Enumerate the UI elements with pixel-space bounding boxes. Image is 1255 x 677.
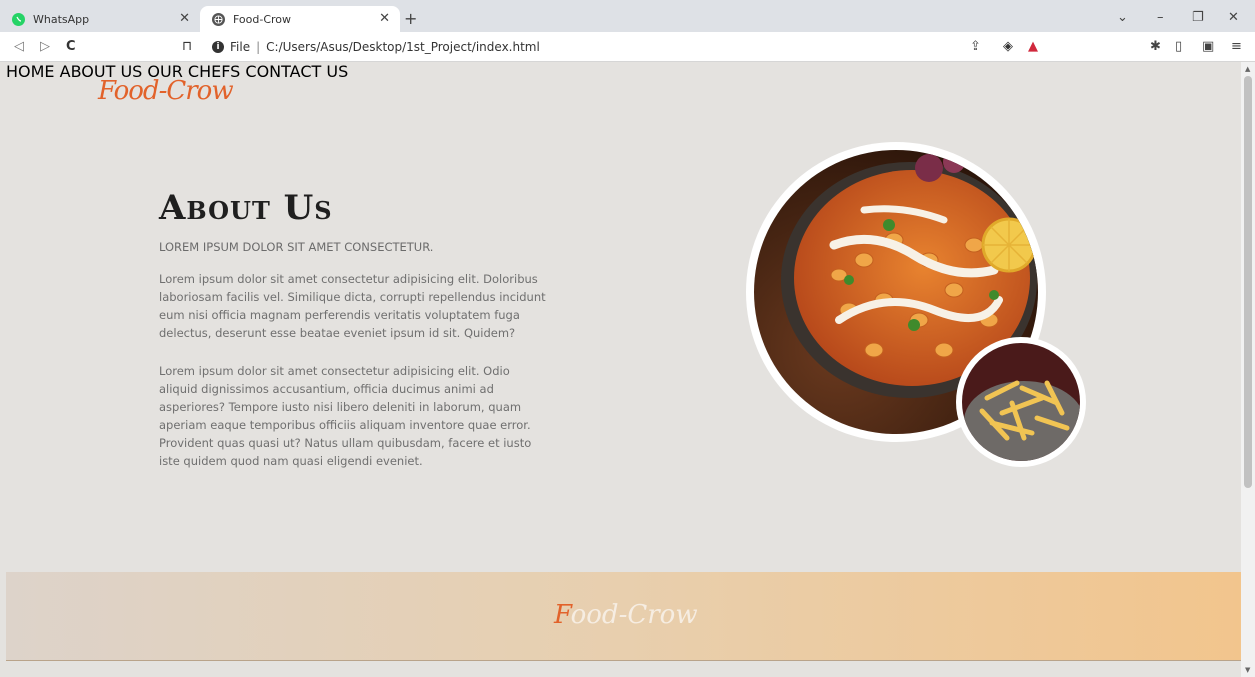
tab-search-icon[interactable]: ⌄ (1117, 10, 1128, 25)
browser-tab-strip: WhatsApp ✕ Food-Crow ✕ + ⌄ – ❐ ✕ (0, 0, 1255, 32)
forward-icon[interactable]: ▷ (40, 39, 50, 54)
tab-food-crow[interactable]: Food-Crow ✕ (200, 6, 400, 32)
about-title: About Us (159, 188, 333, 228)
url-scheme: File (230, 40, 251, 54)
extensions-icon[interactable]: ✱ (1150, 39, 1161, 54)
whatsapp-icon (12, 12, 25, 26)
minimize-icon[interactable]: – (1157, 10, 1164, 25)
url-separator: | (256, 40, 261, 54)
restore-icon[interactable]: ❐ (1192, 10, 1204, 25)
footer-logo[interactable]: Food-Crow (554, 600, 698, 630)
tab-title: Food-Crow (233, 12, 292, 26)
reload-icon[interactable]: C (66, 39, 76, 54)
site-logo[interactable]: Food-Crow (98, 76, 234, 106)
sidebar-icon[interactable]: ▯ (1175, 39, 1182, 54)
wallet-icon[interactable]: ▣ (1202, 39, 1214, 54)
page-viewport: Food-Crow HOME ABOUT US OUR CHEFS CONTAC… (6, 62, 1241, 677)
close-window-icon[interactable]: ✕ (1228, 10, 1239, 25)
new-tab-icon[interactable]: + (404, 9, 417, 28)
nav-contact-us[interactable]: CONTACT US (245, 62, 348, 81)
toolbar: ◁ ▷ C ⊓ i File | C:/Users/Asus/Desktop/1… (0, 32, 1255, 62)
brave-shield-icon[interactable]: ◈ (1003, 39, 1013, 54)
close-tab-icon[interactable]: ✕ (379, 11, 390, 26)
globe-icon (212, 12, 225, 26)
url-path: C:/Users/Asus/Desktop/1st_Project/index.… (266, 40, 540, 54)
share-icon[interactable]: ⇪ (970, 39, 981, 54)
scrollbar-thumb[interactable] (1244, 76, 1252, 488)
menu-icon[interactable]: ≡ (1231, 39, 1242, 54)
vertical-scrollbar[interactable]: ▲ ▼ (1241, 62, 1255, 677)
bookmark-icon[interactable]: ⊓ (182, 39, 192, 54)
info-icon[interactable]: i (212, 41, 224, 53)
site-footer: Food-Crow (6, 572, 1241, 661)
about-paragraph-1: Lorem ipsum dolor sit amet consectetur a… (159, 272, 546, 340)
brave-rewards-icon[interactable]: ▲ (1028, 39, 1038, 54)
back-icon[interactable]: ◁ (14, 39, 24, 54)
nav-home[interactable]: HOME (6, 62, 55, 81)
address-bar[interactable]: i File | C:/Users/Asus/Desktop/1st_Proje… (200, 35, 1030, 59)
about-paragraph-2: Lorem ipsum dolor sit amet consectetur a… (159, 364, 532, 468)
tab-whatsapp[interactable]: WhatsApp ✕ (0, 6, 200, 32)
close-tab-icon[interactable]: ✕ (179, 11, 190, 26)
pasta-dish-image (956, 337, 1086, 467)
scroll-down-icon[interactable]: ▼ (1245, 666, 1250, 674)
scroll-up-icon[interactable]: ▲ (1245, 65, 1250, 73)
about-subtitle: LOREM IPSUM DOLOR SIT AMET CONSECTETUR. (159, 240, 434, 254)
tab-title: WhatsApp (33, 12, 90, 26)
